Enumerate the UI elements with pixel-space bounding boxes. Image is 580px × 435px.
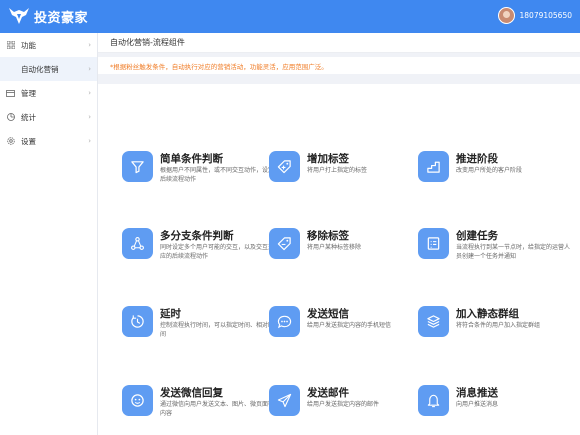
- wechat-icon: [122, 385, 153, 416]
- branch-icon: [122, 228, 153, 259]
- notice-text: *根据粉丝触发条件，自动执行对应的营销活动，功能灵活，应用范围广泛。: [98, 57, 580, 74]
- chevron-right-icon: ›: [88, 65, 91, 73]
- sidebar-item-label: 设置: [21, 136, 36, 146]
- card-title: 增加标签: [307, 153, 349, 165]
- component-card-wechat-reply[interactable]: 发送微信回复 通过微信向用户发送文本、图片、微页面等内容: [122, 385, 274, 435]
- card-title: 加入静态群组: [456, 308, 519, 320]
- sidebar-item-management[interactable]: 管理 ›: [0, 81, 97, 105]
- user-phone: 18079105650: [519, 11, 573, 20]
- card-title: 延时: [160, 308, 181, 320]
- component-card-create-task[interactable]: 创建任务 当流程执行到某一节点时，给指定的运营人员创建一个任务并通知: [418, 228, 570, 278]
- bell-icon: [418, 385, 449, 416]
- component-card-advance-stage[interactable]: 推进阶段 改变用户所处的客户阶段: [418, 151, 568, 201]
- card-desc: 控制流程执行时间，可以指定时间、相对时间: [160, 322, 275, 338]
- chevron-right-icon: ›: [88, 113, 91, 121]
- task-icon: [418, 228, 449, 259]
- sidebar-item-features[interactable]: 功能 ›: [0, 33, 97, 57]
- tag-remove-icon: [269, 228, 300, 259]
- card-title: 推进阶段: [456, 153, 498, 165]
- page-header: 自动化营销-流程组件: [98, 33, 580, 53]
- sidebar-item-label: 功能: [21, 40, 36, 50]
- sidebar-item-statistics[interactable]: 统计 ›: [0, 105, 97, 129]
- stairs-icon: [418, 151, 449, 182]
- page-title: 自动化营销-流程组件: [110, 38, 185, 47]
- pie-icon: [6, 113, 15, 122]
- component-card-delay[interactable]: 延时 控制流程执行时间，可以指定时间、相对时间: [122, 306, 274, 356]
- chevron-right-icon: ›: [88, 137, 91, 145]
- sidebar-item-settings[interactable]: 设置 ›: [0, 129, 97, 153]
- card-title: 消息推送: [456, 387, 498, 399]
- component-card-static-group[interactable]: 加入静态群组 将符合条件的用户加入指定群组: [418, 306, 568, 356]
- component-panel: 简单条件判断 根据用户不同属性，或不同交互动作，设定后续流程动作 增加标签 将用…: [98, 80, 580, 435]
- sidebar-item-label: 自动化营销: [21, 64, 59, 74]
- component-card-add-tag[interactable]: 增加标签 将用户打上指定的标签: [269, 151, 419, 201]
- logo-text: 投资豪家: [34, 10, 89, 26]
- card-title: 多分支条件判断: [160, 230, 234, 242]
- filter-icon: [122, 151, 153, 182]
- main-content: 自动化营销-流程组件 *根据粉丝触发条件，自动执行对应的营销活动，功能灵活，应用…: [98, 33, 580, 435]
- card-icon: [6, 89, 15, 98]
- card-desc: 将符合条件的用户加入指定群组: [456, 322, 541, 329]
- layers-icon: [418, 306, 449, 337]
- card-desc: 将用户某种标签移除: [307, 244, 362, 251]
- sidebar: 功能 › 自动化营销 › 管理 › 统计 › 设置 ›: [0, 33, 98, 435]
- component-card-send-email[interactable]: 发送邮件 给用户发送指定内容的邮件: [269, 385, 419, 435]
- tag-add-icon: [269, 151, 300, 182]
- component-card-send-sms[interactable]: 发送短信 给用户发送指定内容的手机短信: [269, 306, 419, 356]
- component-card-push-message[interactable]: 消息推送 向用户推送消息: [418, 385, 568, 435]
- card-title: 创建任务: [456, 230, 498, 242]
- card-title: 简单条件判断: [160, 153, 223, 165]
- card-desc: 通过微信向用户发送文本、图片、微页面等内容: [160, 401, 275, 417]
- logo[interactable]: 投资豪家: [8, 6, 88, 26]
- gear-icon: [6, 137, 15, 146]
- card-title: 移除标签: [307, 230, 349, 242]
- card-desc: 根据用户不同属性，或不同交互动作，设定后续流程动作: [160, 167, 275, 183]
- component-card-multi-branch[interactable]: 多分支条件判断 同时设定多个用户可能的交互，以及交互对应的后续流程动作: [122, 228, 274, 278]
- card-desc: 改变用户所处的客户阶段: [456, 167, 523, 174]
- top-bar: 投资豪家 18079105650: [0, 0, 580, 33]
- chevron-right-icon: ›: [88, 89, 91, 97]
- send-icon: [269, 385, 300, 416]
- card-desc: 给用户发送指定内容的手机短信: [307, 322, 392, 329]
- component-card-simple-condition[interactable]: 简单条件判断 根据用户不同属性，或不同交互动作，设定后续流程动作: [122, 151, 274, 201]
- card-desc: 当流程执行到某一节点时，给指定的运营人员创建一个任务并通知: [456, 244, 571, 260]
- timer-icon: [122, 306, 153, 337]
- card-title: 发送微信回复: [160, 387, 223, 399]
- grid-icon: [6, 41, 15, 50]
- sidebar-item-label: 统计: [21, 112, 36, 122]
- card-title: 发送短信: [307, 308, 349, 320]
- card-desc: 向用户推送消息: [456, 401, 499, 408]
- sidebar-item-label: 管理: [21, 88, 36, 98]
- chevron-right-icon: ›: [88, 41, 91, 49]
- component-card-remove-tag[interactable]: 移除标签 将用户某种标签移除: [269, 228, 419, 278]
- card-desc: 同时设定多个用户可能的交互，以及交互对应的后续流程动作: [160, 244, 275, 260]
- user-menu[interactable]: 18079105650: [497, 7, 573, 24]
- bull-logo-icon: [9, 8, 29, 24]
- sidebar-item-automation[interactable]: 自动化营销 ›: [0, 57, 97, 81]
- avatar[interactable]: [497, 7, 515, 24]
- card-title: 发送邮件: [307, 387, 349, 399]
- sms-icon: [269, 306, 300, 337]
- card-desc: 给用户发送指定内容的邮件: [307, 401, 380, 408]
- card-desc: 将用户打上指定的标签: [307, 167, 368, 174]
